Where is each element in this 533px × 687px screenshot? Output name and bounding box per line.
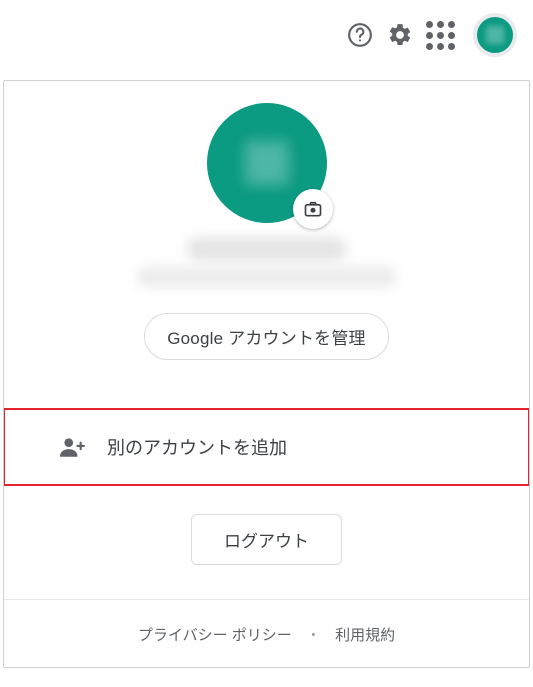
footer-separator: ・ <box>306 627 321 644</box>
top-toolbar <box>0 0 533 66</box>
privacy-policy-link[interactable]: プライバシー ポリシー <box>138 627 292 644</box>
manage-account-button[interactable]: Google アカウントを管理 <box>144 313 389 360</box>
terms-link[interactable]: 利用規約 <box>335 627 395 644</box>
apps-grid-icon[interactable] <box>427 22 453 48</box>
email-address <box>137 267 397 287</box>
help-icon[interactable] <box>347 22 373 48</box>
gear-icon[interactable] <box>387 22 413 48</box>
logout-section: ログアウト <box>4 486 529 599</box>
profile-section: Google アカウントを管理 <box>4 81 529 378</box>
camera-icon <box>303 199 323 219</box>
logout-button[interactable]: ログアウト <box>191 514 342 565</box>
add-account-button[interactable]: 別のアカウントを追加 <box>3 408 530 486</box>
person-add-icon <box>59 434 85 460</box>
profile-avatar-wrap <box>207 103 327 223</box>
change-photo-button[interactable] <box>293 189 333 229</box>
add-account-label: 別のアカウントを追加 <box>107 434 287 460</box>
panel-footer: プライバシー ポリシー ・ 利用規約 <box>4 599 529 667</box>
profile-avatar-small[interactable] <box>473 13 517 57</box>
display-name <box>187 237 347 261</box>
account-panel: Google アカウントを管理 別のアカウントを追加 ログアウト プライバシー … <box>3 80 530 668</box>
